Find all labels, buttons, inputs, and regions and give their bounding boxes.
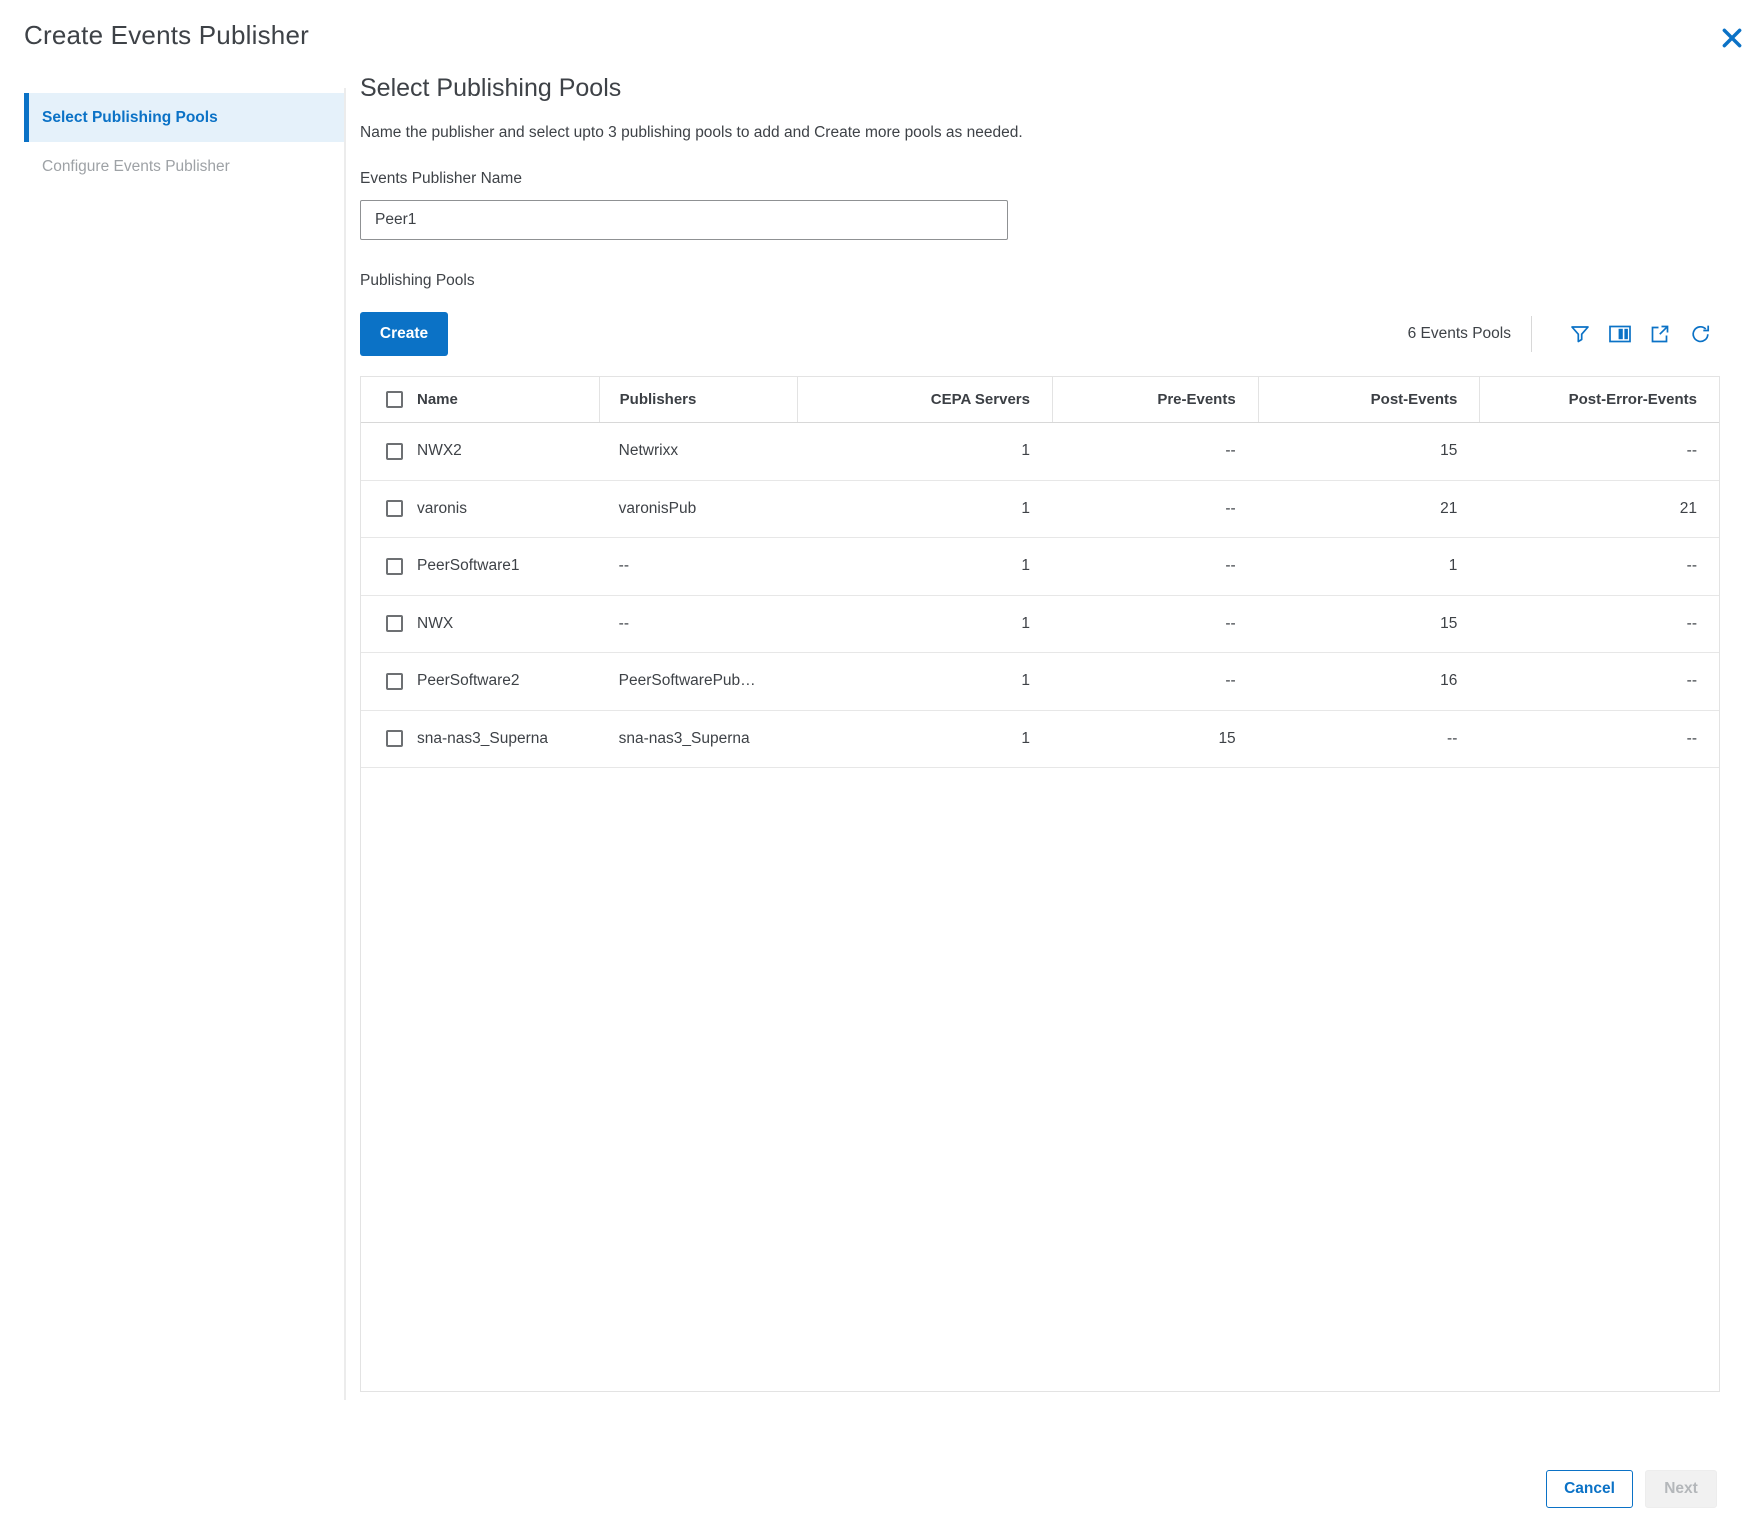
cell-post-events: 1 xyxy=(1258,538,1480,595)
cell-post-error-events: -- xyxy=(1479,596,1719,653)
cell-post-events: 15 xyxy=(1258,423,1480,480)
cell-cepa-servers: 1 xyxy=(797,538,1052,595)
events-pools-count: 6 Events Pools xyxy=(1408,325,1511,343)
header-post-events: Post-Events xyxy=(1258,377,1480,422)
publishing-pools-table: Name Publishers CEPA Servers Pre-Events … xyxy=(360,376,1720,1392)
table-header: Name Publishers CEPA Servers Pre-Events … xyxy=(361,377,1719,423)
table-row: PeerSoftware1--1--1-- xyxy=(361,538,1719,596)
header-pre-events: Pre-Events xyxy=(1052,377,1258,422)
table-row: NWX2Netwrixx1--15-- xyxy=(361,423,1719,481)
cell-pre-events: -- xyxy=(1052,596,1258,653)
cell-publishers: varonisPub xyxy=(599,481,798,538)
page-title: Select Publishing Pools xyxy=(360,74,621,103)
row-checkbox[interactable] xyxy=(386,615,403,632)
toolbar-divider xyxy=(1531,316,1532,352)
cell-post-error-events: -- xyxy=(1479,711,1719,768)
header-publishers: Publishers xyxy=(599,377,798,422)
header-label: Name xyxy=(417,391,458,408)
cell-pre-events: -- xyxy=(1052,653,1258,710)
pool-name: PeerSoftware2 xyxy=(417,672,520,690)
refresh-icon[interactable] xyxy=(1688,322,1712,346)
cancel-button[interactable]: Cancel xyxy=(1546,1470,1633,1508)
page-description: Name the publisher and select upto 3 pub… xyxy=(360,124,1023,142)
table-body: NWX2Netwrixx1--15--varonisvaronisPub1--2… xyxy=(361,423,1719,768)
cell-post-events: -- xyxy=(1258,711,1480,768)
publisher-name-label: Events Publisher Name xyxy=(360,170,522,188)
step-configure-events-publisher[interactable]: Configure Events Publisher xyxy=(24,142,344,191)
pool-name: sna-nas3_Superna xyxy=(417,730,548,748)
cell-publishers: PeerSoftwarePub… xyxy=(599,653,798,710)
cell-publishers: -- xyxy=(599,596,798,653)
cell-cepa-servers: 1 xyxy=(797,711,1052,768)
cell-cepa-servers: 1 xyxy=(797,481,1052,538)
cell-post-events: 15 xyxy=(1258,596,1480,653)
cell-name: PeerSoftware1 xyxy=(361,538,599,595)
export-icon[interactable] xyxy=(1648,322,1672,346)
cell-name: varonis xyxy=(361,481,599,538)
cell-post-error-events: -- xyxy=(1479,538,1719,595)
publishing-pools-label: Publishing Pools xyxy=(360,272,475,290)
select-all-checkbox[interactable] xyxy=(386,391,403,408)
row-checkbox[interactable] xyxy=(386,558,403,575)
cell-post-error-events: -- xyxy=(1479,423,1719,480)
table-row: NWX--1--15-- xyxy=(361,596,1719,654)
cell-pre-events: -- xyxy=(1052,538,1258,595)
row-checkbox[interactable] xyxy=(386,730,403,747)
filter-icon[interactable] xyxy=(1568,322,1592,346)
cell-name: sna-nas3_Superna xyxy=(361,711,599,768)
table-row: PeerSoftware2PeerSoftwarePub…1--16-- xyxy=(361,653,1719,711)
row-checkbox[interactable] xyxy=(386,500,403,517)
cell-cepa-servers: 1 xyxy=(797,653,1052,710)
cell-publishers: sna-nas3_Superna xyxy=(599,711,798,768)
table-row: varonisvaronisPub1--2121 xyxy=(361,481,1719,539)
close-icon[interactable] xyxy=(1718,24,1746,52)
wizard-steps: Select Publishing Pools Configure Events… xyxy=(24,93,344,191)
sidebar-divider xyxy=(344,88,346,1400)
cell-name: NWX xyxy=(361,596,599,653)
step-label: Configure Events Publisher xyxy=(42,158,230,176)
cell-post-error-events: 21 xyxy=(1479,481,1719,538)
cell-post-error-events: -- xyxy=(1479,653,1719,710)
create-events-publisher-dialog: Create Events Publisher Select Publishin… xyxy=(0,0,1760,1532)
cell-pre-events: -- xyxy=(1052,481,1258,538)
cell-publishers: -- xyxy=(599,538,798,595)
cell-name: NWX2 xyxy=(361,423,599,480)
cell-pre-events: -- xyxy=(1052,423,1258,480)
header-cepa-servers: CEPA Servers xyxy=(797,377,1052,422)
create-button[interactable]: Create xyxy=(360,312,448,356)
step-select-publishing-pools[interactable]: Select Publishing Pools xyxy=(24,93,344,142)
cell-pre-events: 15 xyxy=(1052,711,1258,768)
pool-name: varonis xyxy=(417,500,467,518)
pool-name: NWX xyxy=(417,615,453,633)
pool-name: PeerSoftware1 xyxy=(417,557,520,575)
columns-icon[interactable] xyxy=(1608,322,1632,346)
cell-post-events: 21 xyxy=(1258,481,1480,538)
cell-name: PeerSoftware2 xyxy=(361,653,599,710)
row-checkbox[interactable] xyxy=(386,673,403,690)
publisher-name-input[interactable] xyxy=(360,200,1008,240)
table-row: sna-nas3_Supernasna-nas3_Superna115---- xyxy=(361,711,1719,769)
header-post-error-events: Post-Error-Events xyxy=(1479,377,1719,422)
pool-name: NWX2 xyxy=(417,442,462,460)
cell-cepa-servers: 1 xyxy=(797,596,1052,653)
row-checkbox[interactable] xyxy=(386,443,403,460)
next-button: Next xyxy=(1645,1470,1717,1508)
cell-publishers: Netwrixx xyxy=(599,423,798,480)
cell-cepa-servers: 1 xyxy=(797,423,1052,480)
dialog-title: Create Events Publisher xyxy=(24,20,309,51)
cell-post-events: 16 xyxy=(1258,653,1480,710)
step-label: Select Publishing Pools xyxy=(42,109,218,127)
header-name: Name xyxy=(361,377,599,422)
table-toolbar: 6 Events Pools xyxy=(1408,312,1712,356)
